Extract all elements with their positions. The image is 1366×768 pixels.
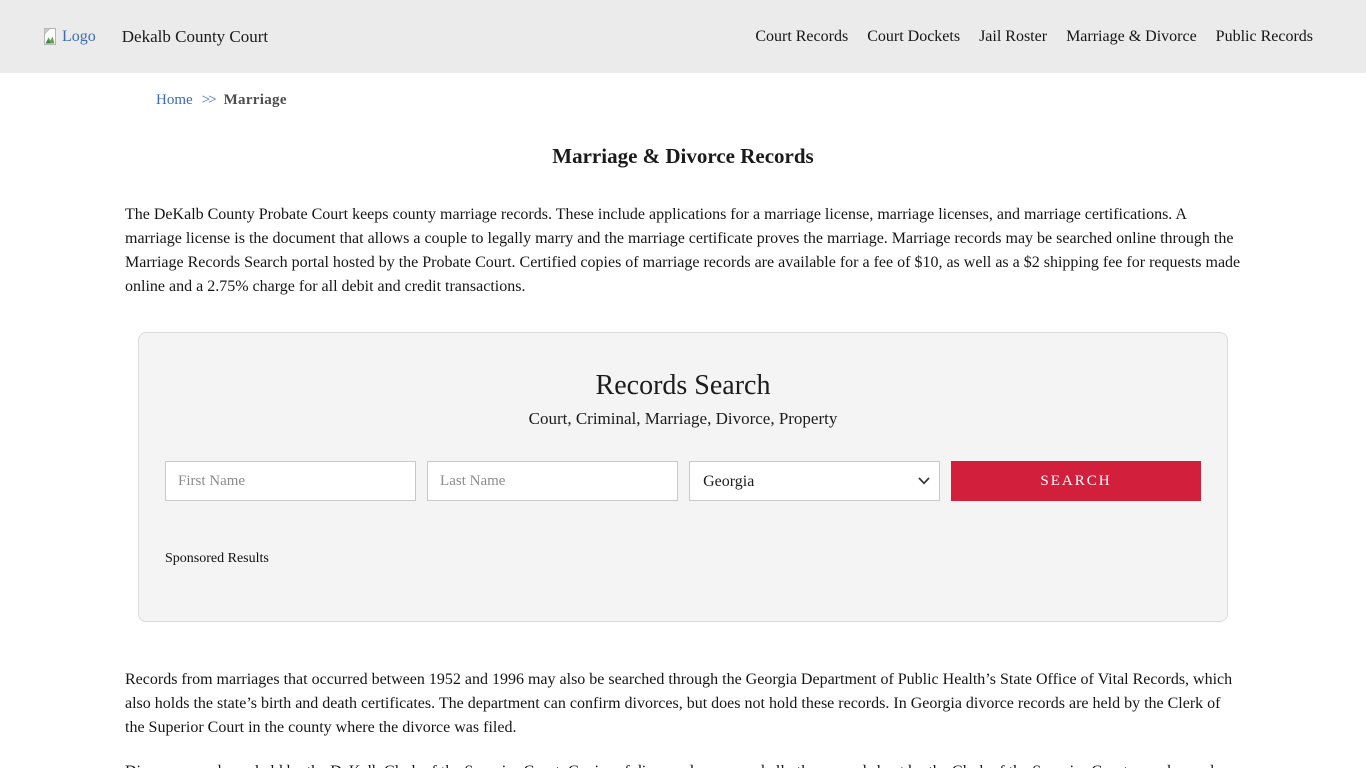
search-box-title: Records Search <box>165 370 1201 402</box>
main-content: Home >> Marriage Marriage & Divorce Reco… <box>125 92 1241 768</box>
nav-court-dockets[interactable]: Court Dockets <box>867 28 960 46</box>
nav-public-records[interactable]: Public Records <box>1216 28 1313 46</box>
site-header: Logo Dekalb County Court Court Records C… <box>0 0 1366 73</box>
breadcrumb-separator: >> <box>202 92 215 109</box>
search-button[interactable]: SEARCH <box>951 461 1201 501</box>
first-name-input[interactable] <box>165 461 416 501</box>
breadcrumb: Home >> Marriage <box>156 92 1241 109</box>
breadcrumb-current: Marriage <box>224 92 287 109</box>
main-nav: Court Records Court Dockets Jail Roster … <box>755 28 1313 46</box>
breadcrumb-home-link[interactable]: Home <box>156 92 193 109</box>
nav-marriage-divorce[interactable]: Marriage & Divorce <box>1066 28 1197 46</box>
nav-court-records[interactable]: Court Records <box>755 28 848 46</box>
state-select-wrap: Georgia <box>689 461 940 501</box>
state-select[interactable]: Georgia <box>689 461 940 501</box>
last-name-input[interactable] <box>427 461 678 501</box>
vital-records-paragraph: Records from marriages that occurred bet… <box>125 668 1241 740</box>
page-title: Marriage & Divorce Records <box>125 144 1241 169</box>
logo-alt-text: Logo <box>62 28 96 46</box>
search-box-subtitle: Court, Criminal, Marriage, Divorce, Prop… <box>165 409 1201 429</box>
nav-jail-roster[interactable]: Jail Roster <box>979 28 1047 46</box>
records-search-box: Records Search Court, Criminal, Marriage… <box>138 332 1228 622</box>
sponsored-results-label: Sponsored Results <box>165 551 1201 567</box>
search-form-row: Georgia SEARCH <box>165 461 1201 501</box>
intro-paragraph: The DeKalb County Probate Court keeps co… <box>125 203 1241 299</box>
divorce-records-paragraph: Divorce records are held by the DeKalb C… <box>125 760 1241 768</box>
logo[interactable]: Logo <box>40 27 96 47</box>
site-title: Dekalb County Court <box>122 27 268 47</box>
brand: Logo Dekalb County Court <box>40 27 268 47</box>
broken-image-icon <box>40 27 60 47</box>
